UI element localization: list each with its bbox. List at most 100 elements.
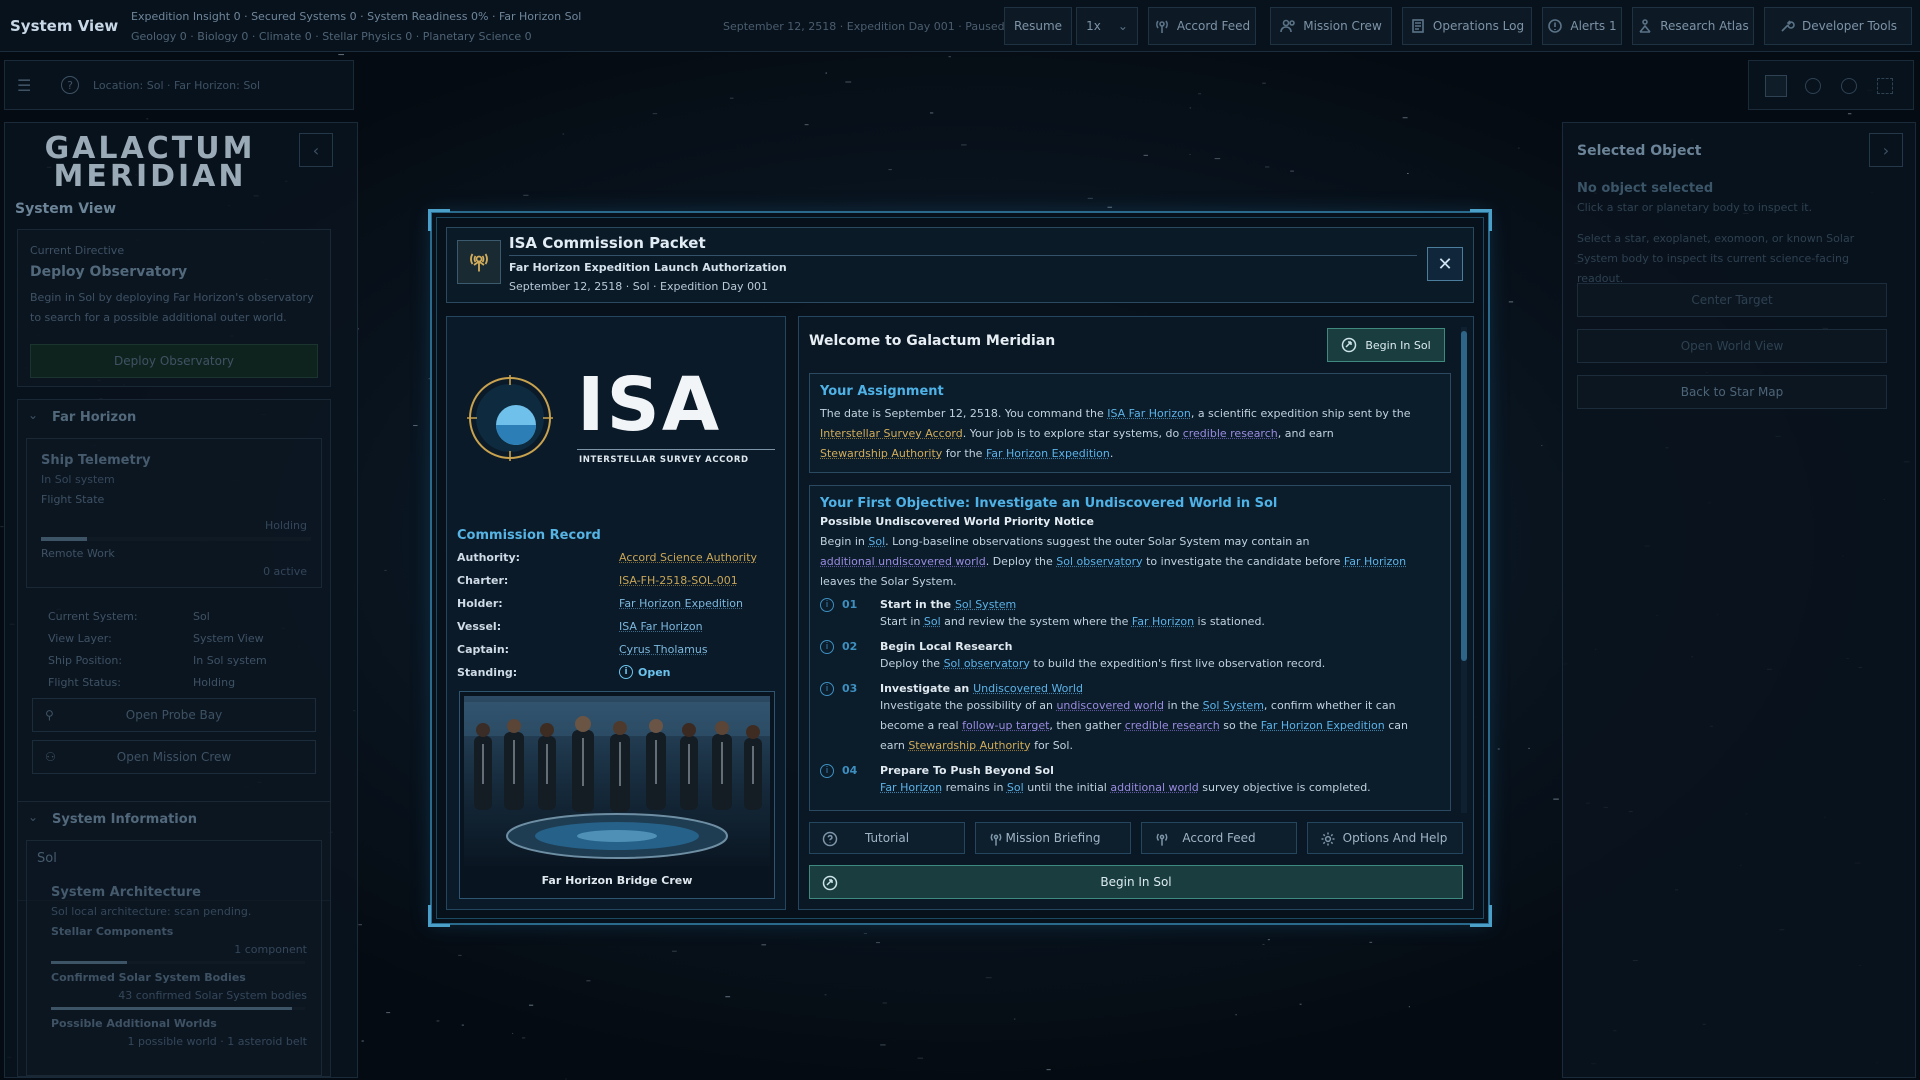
modal-header: ISA Commission Packet Far Horizon Expedi… <box>446 227 1474 303</box>
accord-feed-button[interactable]: Accord Feed <box>1148 7 1256 45</box>
star <box>804 124 809 126</box>
chevron-down-icon[interactable]: ⌄ <box>28 810 38 824</box>
link-stewardship-authority[interactable]: Stewardship Authority <box>820 447 942 460</box>
link-additional-undiscovered-world[interactable]: additional undiscovered world <box>820 555 986 568</box>
link-far-horizon-expedition[interactable]: Far Horizon Expedition <box>986 447 1110 460</box>
resume-button[interactable]: Resume <box>1004 7 1072 45</box>
link-sol[interactable]: Sol <box>1007 781 1024 794</box>
alerts-button[interactable]: Alerts 1 <box>1542 7 1622 45</box>
star <box>523 194 529 196</box>
link-isa-far-horizon[interactable]: ISA Far Horizon <box>1107 407 1191 420</box>
directive-label: Current Directive <box>30 244 125 257</box>
center-target-button[interactable]: Center Target <box>1577 283 1887 317</box>
link-far-horizon-expedition[interactable]: Far Horizon Expedition <box>1261 719 1385 732</box>
worlds-value: 1 possible world · 1 asteroid belt <box>127 1035 307 1048</box>
probe-icon: ⚲ <box>45 708 54 722</box>
speed-select[interactable]: 1x ⌄ <box>1076 7 1138 45</box>
link-far-horizon[interactable]: Far Horizon <box>1132 615 1194 628</box>
collapse-panel-button[interactable]: ‹ <box>299 133 333 167</box>
accord-feed-footer-button[interactable]: Accord Feed <box>1141 822 1297 854</box>
target-icon[interactable] <box>1805 78 1821 94</box>
step-2-title: Begin Local Research <box>880 640 1013 653</box>
bodies-bar <box>51 1007 305 1010</box>
objective-line-2: additional undiscovered world. Deploy th… <box>820 555 1407 568</box>
step-number: 03 <box>842 682 858 695</box>
close-button[interactable]: ✕ <box>1427 247 1463 281</box>
operations-log-button[interactable]: Operations Log <box>1402 7 1532 45</box>
scrollbar-thumb[interactable] <box>1461 331 1467 661</box>
step-3-desc-line-1: Investigate the possibility of an undisc… <box>880 699 1396 712</box>
link-sol-system[interactable]: Sol System <box>955 598 1016 611</box>
mission-crew-button[interactable]: Mission Crew <box>1270 7 1392 45</box>
begin-in-sol-button[interactable]: Begin In Sol <box>809 865 1463 899</box>
star <box>1235 1014 1237 1016</box>
link-stewardship-authority[interactable]: Stewardship Authority <box>908 739 1030 752</box>
star <box>413 425 418 427</box>
alert-icon <box>1548 19 1563 33</box>
link-sol-observatory[interactable]: Sol observatory <box>944 657 1030 670</box>
selected-object-title: Selected Object <box>1577 143 1702 159</box>
vessel-value[interactable]: ISA Far Horizon <box>619 620 703 633</box>
star <box>1143 154 1149 156</box>
link-far-horizon[interactable]: Far Horizon <box>1344 555 1406 568</box>
telemetry-sub: In Sol system <box>41 473 115 486</box>
holder-value[interactable]: Far Horizon Expedition <box>619 597 743 610</box>
chevron-down-icon[interactable]: ⌄ <box>28 408 38 422</box>
open-mission-crew-button[interactable]: ⚇ Open Mission Crew <box>32 740 316 774</box>
collapse-right-panel-button[interactable]: › <box>1869 133 1903 167</box>
mission-briefing-button[interactable]: Mission Briefing <box>975 822 1131 854</box>
no-object-title: No object selected <box>1577 181 1714 196</box>
back-to-star-map-button[interactable]: Back to Star Map <box>1577 375 1887 409</box>
wrench-icon <box>1781 20 1795 32</box>
step-number: 02 <box>842 640 858 653</box>
flight-state-bar-fill <box>41 537 87 541</box>
telemetry-title: Ship Telemetry <box>41 453 151 468</box>
assignment-line-3: Stewardship Authority for the Far Horizo… <box>820 447 1114 460</box>
app-title: System View <box>10 17 119 35</box>
begin-in-sol-header-button[interactable]: Begin In Sol <box>1327 328 1445 362</box>
charter-value[interactable]: ISA-FH-2518-SOL-001 <box>619 574 738 587</box>
holder-label: Holder: <box>457 597 503 610</box>
globe-icon[interactable] <box>1841 78 1857 94</box>
open-probe-bay-button[interactable]: ⚲ Open Probe Bay <box>32 698 316 732</box>
star <box>1107 206 1113 208</box>
star <box>1013 1018 1016 1020</box>
gear-icon <box>1321 832 1335 846</box>
open-world-view-button[interactable]: Open World View <box>1577 329 1887 363</box>
link-credible-research[interactable]: credible research <box>1125 719 1220 732</box>
link-additional-world[interactable]: additional world <box>1110 781 1198 794</box>
options-and-help-button[interactable]: Options And Help <box>1307 822 1463 854</box>
link-sol[interactable]: Sol <box>868 535 885 548</box>
menu-icon[interactable]: ☰ <box>17 76 37 96</box>
view-controls <box>1748 60 1914 110</box>
tutorial-button[interactable]: Tutorial <box>809 822 965 854</box>
link-undiscovered-world[interactable]: undiscovered world <box>1056 699 1164 712</box>
link-undiscovered-world[interactable]: Undiscovered World <box>973 682 1083 695</box>
authority-value[interactable]: Accord Science Authority <box>619 551 757 564</box>
step-1-title: Start in the Sol System <box>880 598 1017 611</box>
research-atlas-button[interactable]: Research Atlas <box>1632 7 1754 45</box>
link-sol[interactable]: Sol <box>924 615 941 628</box>
bridge-crew-image-frame: Far Horizon Bridge Crew <box>459 691 775 899</box>
captain-value[interactable]: Cyrus Tholamus <box>619 643 708 656</box>
fullscreen-icon[interactable] <box>1877 78 1893 94</box>
grid-view-icon[interactable] <box>1765 75 1787 97</box>
link-follow-up-target[interactable]: follow-up target <box>962 719 1049 732</box>
star <box>863 933 868 935</box>
link-far-horizon[interactable]: Far Horizon <box>880 781 942 794</box>
link-sol-system[interactable]: Sol System <box>1203 699 1264 712</box>
link-interstellar-survey-accord[interactable]: Interstellar Survey Accord <box>820 427 963 440</box>
star <box>522 1037 526 1039</box>
isa-logo-caption: INTERSTELLAR SURVEY ACCORD <box>579 455 749 465</box>
star <box>1262 82 1266 84</box>
briefing-scrollbar[interactable] <box>1461 327 1467 813</box>
star <box>961 144 967 146</box>
developer-tools-button[interactable]: Developer Tools <box>1764 7 1912 45</box>
bodies-bar-fill <box>51 1007 293 1010</box>
view-title: System View <box>15 201 117 217</box>
deploy-observatory-button[interactable]: Deploy Observatory <box>30 344 318 378</box>
ship-position-label: Ship Position: <box>48 654 123 667</box>
info-icon[interactable]: ? <box>61 76 79 94</box>
link-credible-research[interactable]: credible research <box>1183 427 1278 440</box>
link-sol-observatory[interactable]: Sol observatory <box>1056 555 1142 568</box>
